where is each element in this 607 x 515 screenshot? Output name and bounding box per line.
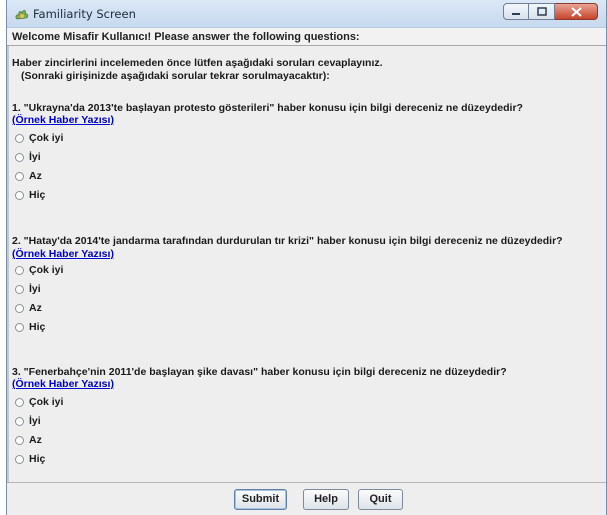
question-2-option-cok-iyi[interactable]: Çok iyi bbox=[15, 264, 63, 276]
quit-button[interactable]: Quit bbox=[358, 489, 403, 510]
radio-button[interactable] bbox=[15, 171, 24, 181]
question-2-text: 2. "Hatay'da 2014'te jandarma tarafından… bbox=[12, 235, 563, 247]
question-1-option-az[interactable]: Az bbox=[15, 170, 42, 182]
question-2-option-hic[interactable]: Hiç bbox=[15, 321, 45, 333]
java-app-icon bbox=[15, 10, 29, 20]
close-button[interactable] bbox=[555, 3, 598, 20]
option-label: İyi bbox=[29, 283, 41, 295]
option-label: İyi bbox=[29, 415, 41, 427]
minimize-button[interactable] bbox=[503, 3, 529, 20]
intro-line-1: Haber zincirlerini incelemeden önce lütf… bbox=[12, 57, 383, 69]
title-bar[interactable]: Familiarity Screen bbox=[7, 0, 606, 28]
option-label: Hiç bbox=[29, 453, 46, 465]
radio-button[interactable] bbox=[15, 322, 24, 332]
maximize-button[interactable] bbox=[529, 3, 555, 20]
option-label: Çok iyi bbox=[29, 132, 64, 144]
question-3-option-hic[interactable]: Hiç bbox=[15, 453, 45, 465]
question-3-option-az[interactable]: Az bbox=[15, 434, 42, 446]
option-label: Az bbox=[29, 170, 42, 182]
radio-button[interactable] bbox=[15, 284, 24, 294]
radio-button[interactable] bbox=[15, 397, 24, 407]
question-3-option-cok-iyi[interactable]: Çok iyi bbox=[15, 396, 63, 408]
radio-button[interactable] bbox=[15, 303, 24, 313]
maximize-icon bbox=[536, 7, 547, 16]
question-2-example-link[interactable]: (Örnek Haber Yazısı) bbox=[12, 248, 114, 260]
option-label: Hiç bbox=[29, 189, 46, 201]
question-3-option-iyi[interactable]: İyi bbox=[15, 415, 41, 427]
radio-button[interactable] bbox=[15, 265, 24, 275]
question-1-option-iyi[interactable]: İyi bbox=[15, 151, 41, 163]
radio-button[interactable] bbox=[15, 435, 24, 445]
radio-button[interactable] bbox=[15, 133, 24, 143]
option-label: Çok iyi bbox=[29, 396, 64, 408]
radio-button[interactable] bbox=[15, 152, 24, 162]
question-1-example-link[interactable]: (Örnek Haber Yazısı) bbox=[12, 114, 114, 126]
question-1-text: 1. "Ukrayna'da 2013'te başlayan protesto… bbox=[12, 102, 523, 114]
option-label: Çok iyi bbox=[29, 264, 64, 276]
question-3-example-link[interactable]: (Örnek Haber Yazısı) bbox=[12, 378, 114, 390]
question-2-option-iyi[interactable]: İyi bbox=[15, 283, 41, 295]
question-1-option-cok-iyi[interactable]: Çok iyi bbox=[15, 132, 63, 144]
radio-button[interactable] bbox=[15, 416, 24, 426]
close-icon bbox=[570, 6, 582, 17]
welcome-header: Welcome Misafir Kullanıcı! Please answer… bbox=[7, 28, 606, 46]
question-2-option-az[interactable]: Az bbox=[15, 302, 42, 314]
option-label: Hiç bbox=[29, 321, 46, 333]
radio-button[interactable] bbox=[15, 190, 24, 200]
option-label: Az bbox=[29, 434, 42, 446]
intro-line-2: (Sonraki girişinizde aşağıdaki sorular t… bbox=[21, 70, 330, 82]
question-1-option-hic[interactable]: Hiç bbox=[15, 189, 45, 201]
familiarity-window: Familiarity Screen Welcome Misafir Kulla… bbox=[6, 0, 607, 515]
button-bar: Submit Help Quit bbox=[7, 482, 606, 515]
radio-button[interactable] bbox=[15, 454, 24, 464]
questions-panel: Haber zincirlerini incelemeden önce lütf… bbox=[7, 46, 606, 482]
help-button[interactable]: Help bbox=[303, 489, 349, 510]
window-controls bbox=[503, 3, 598, 21]
submit-button[interactable]: Submit bbox=[234, 489, 287, 510]
option-label: İyi bbox=[29, 151, 41, 163]
minimize-icon bbox=[512, 12, 520, 15]
window-title: Familiarity Screen bbox=[33, 7, 136, 21]
option-label: Az bbox=[29, 302, 42, 314]
panel-divider bbox=[7, 46, 9, 482]
question-3-text: 3. "Fenerbahçe'nin 2011'de başlayan şike… bbox=[12, 366, 507, 378]
